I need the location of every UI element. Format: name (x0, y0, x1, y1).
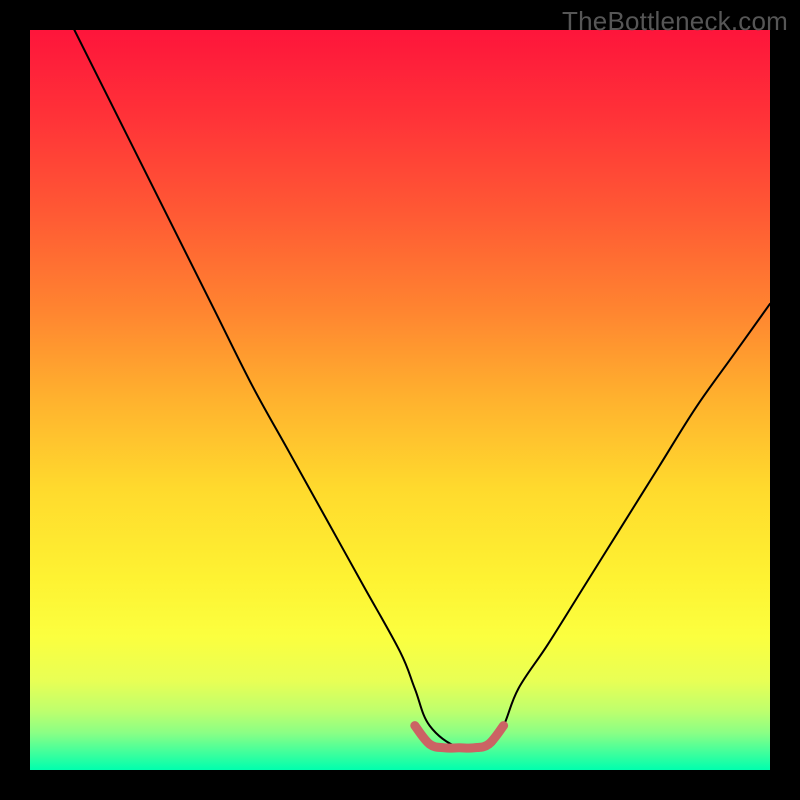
watermark-text: TheBottleneck.com (562, 6, 788, 37)
plot-area (30, 30, 770, 770)
optimal-flat-segment (30, 30, 770, 770)
chart-container: TheBottleneck.com (0, 0, 800, 800)
